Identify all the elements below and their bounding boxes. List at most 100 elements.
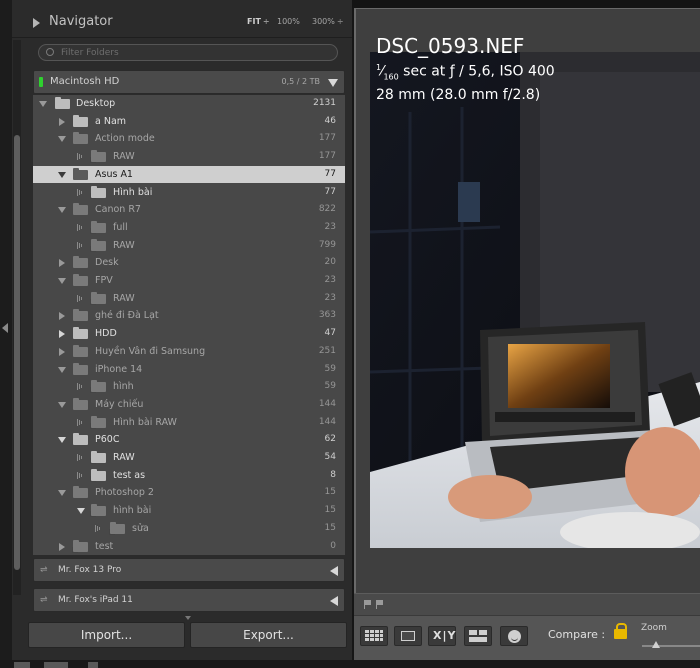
folder-name: ghé đi Đà Lạt xyxy=(95,310,159,322)
disclosure-closed-icon[interactable] xyxy=(59,347,65,356)
disclosure-closed-icon[interactable] xyxy=(59,259,65,268)
folder-count: 62 xyxy=(324,434,336,445)
navigator-header[interactable]: Navigator FIT 100% 300% xyxy=(12,8,352,38)
folder-count: 251 xyxy=(318,345,336,356)
folder-icon xyxy=(90,150,106,164)
folder-row[interactable]: RAW 177 xyxy=(33,148,345,166)
compare-view-button[interactable]: X|Y xyxy=(428,626,456,646)
folder-count: 47 xyxy=(324,328,336,339)
folder-row[interactable]: Desktop 2131 xyxy=(33,95,345,113)
loupe-view-button[interactable] xyxy=(394,626,422,646)
disclosure-closed-icon[interactable] xyxy=(59,330,65,339)
disclosure-open-icon[interactable] xyxy=(58,207,66,214)
folder-name: Huyền Vân đi Samsung xyxy=(95,345,206,357)
folder-count: 363 xyxy=(318,310,336,321)
folder-count: 59 xyxy=(324,381,336,392)
folder-row[interactable]: Photoshop 2 15 xyxy=(33,484,345,502)
photo-preview[interactable] xyxy=(370,52,700,548)
folder-row[interactable]: test 0 xyxy=(33,538,345,556)
disclosure-open-icon[interactable] xyxy=(58,490,66,497)
export-button[interactable]: Export... xyxy=(190,622,347,648)
folder-row-selected[interactable]: Asus A1 77 xyxy=(33,165,345,184)
collapse-left-panel-icon[interactable] xyxy=(2,323,8,333)
folder-row[interactable]: Hình bài 77 xyxy=(33,184,345,202)
folder-count: 15 xyxy=(324,487,336,498)
folder-row[interactable]: test as 8 xyxy=(33,467,345,485)
folder-scrollbar-thumb[interactable] xyxy=(14,135,20,570)
disclosure-open-icon[interactable] xyxy=(58,401,66,408)
zoom-slider[interactable] xyxy=(642,645,700,647)
folder-row[interactable]: Action mode 177 xyxy=(33,130,345,148)
device-mr-fox-13-pro[interactable]: ⇌ Mr. Fox 13 Pro xyxy=(33,558,345,582)
folder-row[interactable]: hình bài 15 xyxy=(33,502,345,520)
folder-row[interactable]: HDD 47 xyxy=(33,325,345,343)
volume-macintosh-hd[interactable]: Macintosh HD 0,5 / 2 TB xyxy=(33,70,345,94)
monitor-1-icon[interactable] xyxy=(14,662,30,668)
folder-icon xyxy=(55,97,70,109)
device-name: Mr. Fox 13 Pro xyxy=(58,565,122,575)
disclosure-closed-icon[interactable] xyxy=(59,542,65,551)
folder-icon xyxy=(73,203,88,216)
folder-row[interactable]: a Nam 46 xyxy=(33,113,345,131)
disclosure-open-icon[interactable] xyxy=(58,171,66,178)
people-view-button[interactable] xyxy=(500,626,528,646)
filter-folders-input[interactable] xyxy=(61,46,331,59)
disclosure-open-icon[interactable] xyxy=(39,101,47,107)
subfolder-marker-icon xyxy=(77,241,83,249)
folder-row[interactable]: hình 59 xyxy=(33,378,345,396)
survey-view-button[interactable] xyxy=(464,626,492,646)
folder-name: a Nam xyxy=(95,115,127,127)
grid-icon[interactable] xyxy=(88,662,98,668)
folder-count: 177 xyxy=(318,133,336,144)
flag-icon[interactable] xyxy=(364,600,371,609)
folder-row[interactable]: iPhone 14 59 xyxy=(33,361,345,379)
folder-name: hình xyxy=(113,381,134,393)
folder-row[interactable]: Hình bài RAW 144 xyxy=(33,414,345,432)
zoom-100-option[interactable]: 100% xyxy=(277,17,300,26)
chevron-down-icon[interactable] xyxy=(328,79,338,87)
disclosure-open-icon[interactable] xyxy=(58,136,66,143)
folder-row[interactable]: Máy chiếu 144 xyxy=(33,396,345,414)
device-mr-fox-ipad-11[interactable]: ⇌ Mr. Fox's iPad 11 xyxy=(33,588,345,612)
folder-row[interactable]: RAW 54 xyxy=(33,449,345,467)
disclosure-open-icon[interactable] xyxy=(58,366,66,373)
import-button[interactable]: Import... xyxy=(28,622,185,648)
folder-row[interactable]: FPV 23 xyxy=(33,272,345,290)
grid-view-button[interactable] xyxy=(360,626,388,646)
chevron-left-icon[interactable] xyxy=(330,566,338,576)
zoom-slider-handle[interactable] xyxy=(652,641,660,648)
folder-row[interactable]: Desk 20 xyxy=(33,254,345,272)
monitor-2-icon[interactable] xyxy=(44,662,68,668)
disclosure-closed-icon[interactable] xyxy=(59,312,65,321)
zoom-300-option[interactable]: 300% xyxy=(312,17,344,26)
folder-icon xyxy=(73,344,88,357)
disclosure-open-icon[interactable] xyxy=(58,437,66,444)
disclosure-closed-icon[interactable] xyxy=(59,117,65,126)
folder-row[interactable]: full 23 xyxy=(33,219,345,237)
toolbar: X|Y xyxy=(354,615,700,660)
folder-name: Hình bài xyxy=(113,186,153,198)
folder-icon xyxy=(90,468,106,482)
lock-icon[interactable] xyxy=(614,623,627,639)
disclosure-open-icon[interactable] xyxy=(58,278,66,284)
folder-row[interactable]: Huyền Vân đi Samsung 251 xyxy=(33,343,345,361)
shutter-denominator: 160 xyxy=(383,72,399,82)
disclosure-open-icon[interactable] xyxy=(77,508,85,515)
folder-row[interactable]: ghé đi Đà Lạt 363 xyxy=(33,307,345,325)
folder-icon xyxy=(90,291,106,305)
subfolder-marker-icon xyxy=(77,383,83,391)
navigator-disclosure-icon[interactable] xyxy=(33,18,40,28)
folder-row[interactable]: RAW 23 xyxy=(33,290,345,308)
subfolder-marker-icon xyxy=(77,188,83,196)
folder-row[interactable]: P60C 62 xyxy=(33,431,345,449)
folder-icon xyxy=(73,274,88,286)
folder-row[interactable]: sửa 15 xyxy=(33,520,345,538)
folder-row[interactable]: RAW 799 xyxy=(33,237,345,255)
filter-folders-field[interactable] xyxy=(38,44,338,61)
chevron-left-icon[interactable] xyxy=(330,596,338,606)
flag-icon[interactable] xyxy=(376,600,383,609)
zoom-fit-option[interactable]: FIT xyxy=(247,17,270,26)
folder-row[interactable]: Canon R7 822 xyxy=(33,201,345,219)
folder-name: RAW xyxy=(113,292,135,304)
usb-icon: ⇌ xyxy=(40,565,48,575)
